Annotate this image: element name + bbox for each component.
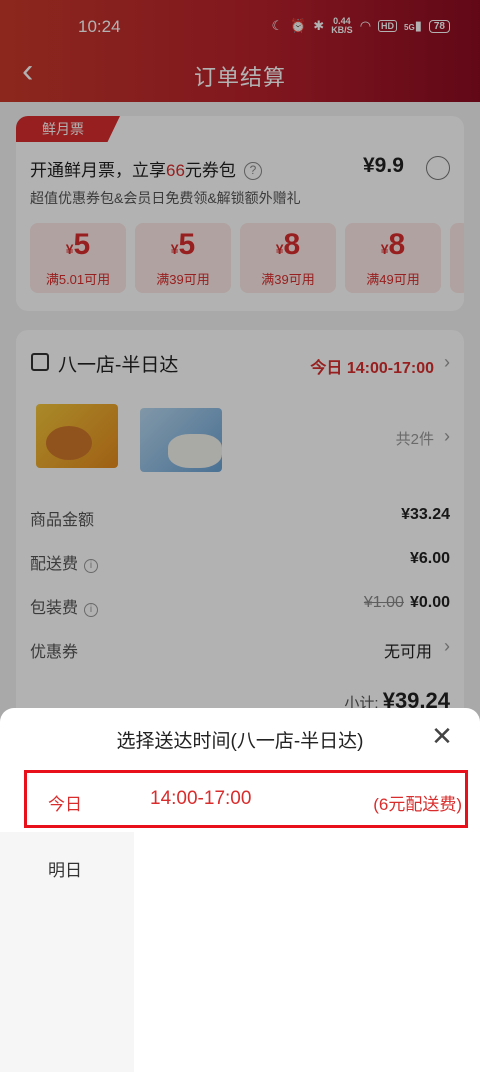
time-slot-fee: (6元配送费) [373, 795, 462, 814]
delivery-time-sheet: 选择送达时间(八一店-半日达) ✕ 今日 14:00-17:00 (6元配送费)… [0, 708, 480, 1072]
day-tab-tomorrow[interactable]: 明日 [48, 856, 82, 881]
close-button[interactable]: ✕ [428, 722, 456, 750]
time-slot[interactable]: 14:00-17:00 [150, 788, 251, 810]
day-tab-today[interactable]: 今日 [48, 790, 82, 815]
close-icon: ✕ [431, 721, 453, 751]
sheet-title: 选择送达时间(八一店-半日达) [116, 731, 364, 752]
